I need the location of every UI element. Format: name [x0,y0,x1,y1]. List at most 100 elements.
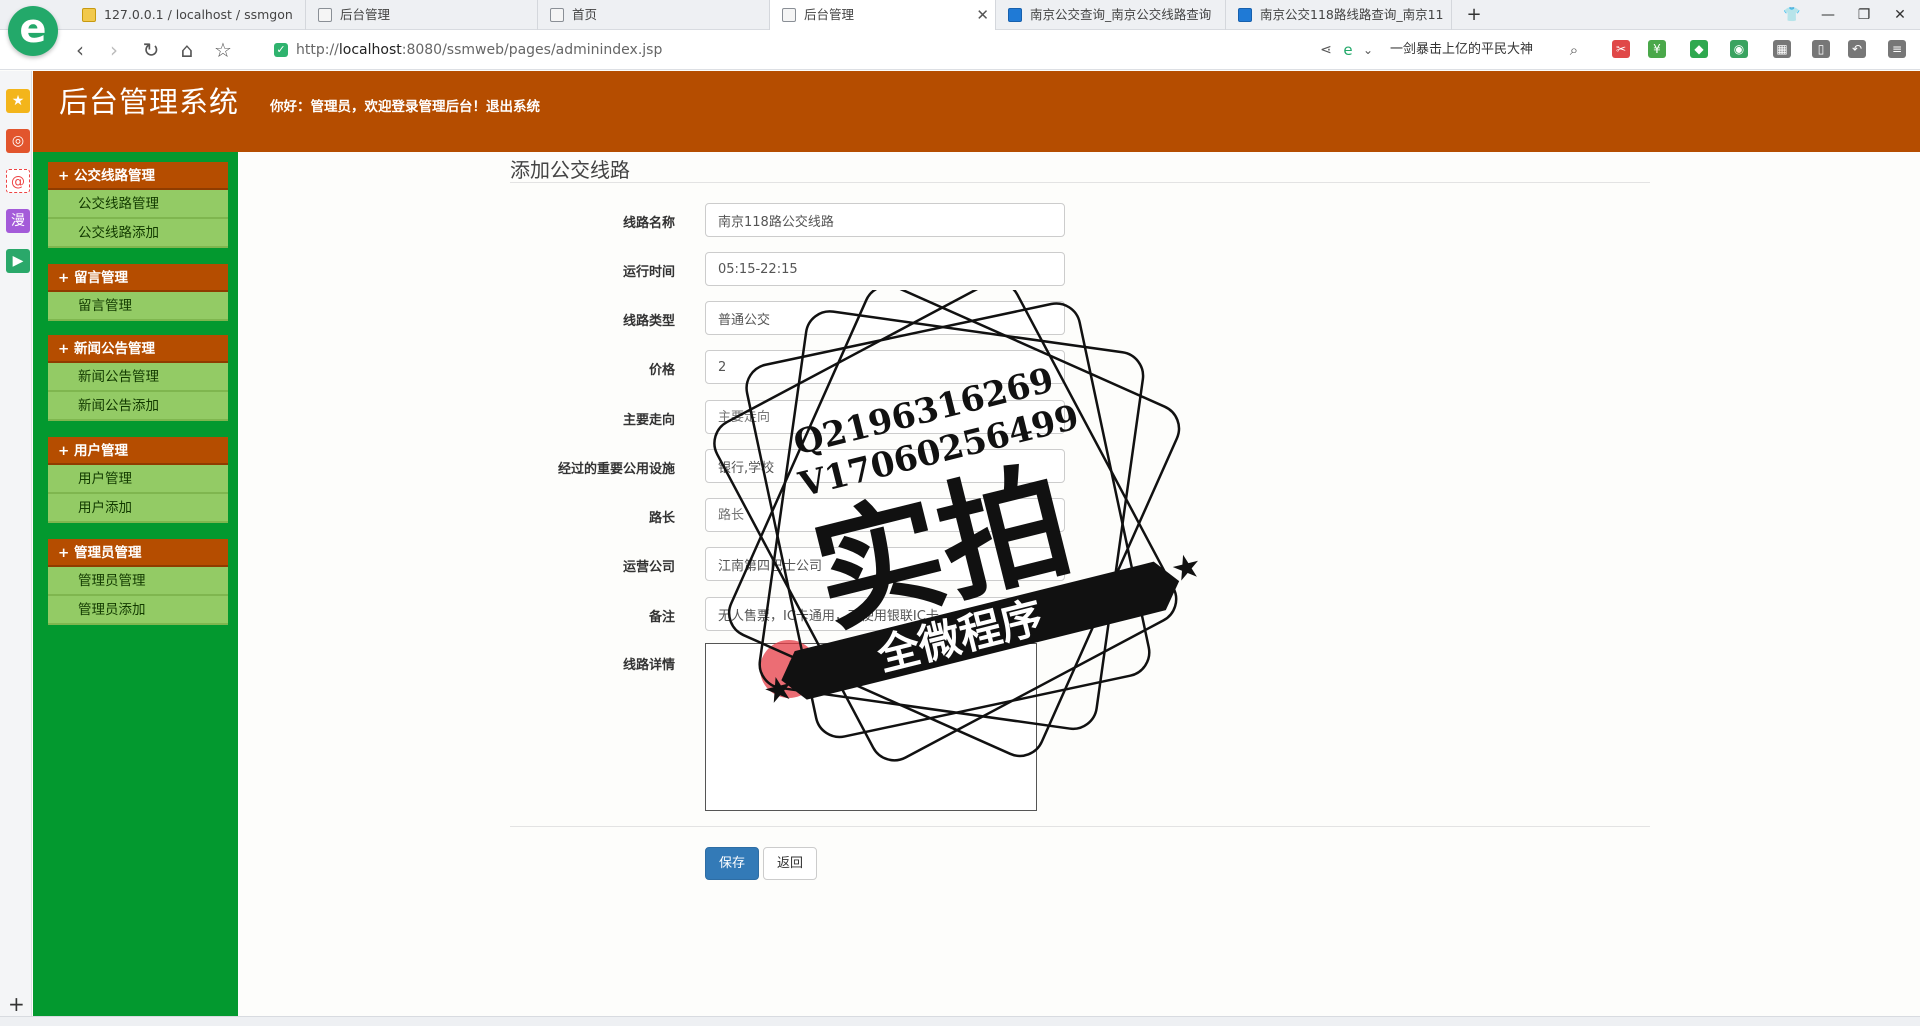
reload-icon[interactable]: ↻ [137,36,165,64]
home-icon[interactable]: ⌂ [173,36,201,64]
menu-item-user-manage[interactable]: 用户管理 [48,465,228,494]
line-detail-textarea[interactable] [705,643,1037,811]
close-tab-icon[interactable]: ✕ [976,0,989,30]
browser-tab-bar: 127.0.0.1 / localhost / ssmgon 后台管理 首页 后… [0,0,1920,31]
comic-icon[interactable]: 漫 [6,209,30,233]
scissors-icon[interactable]: ✂ [1612,40,1630,58]
menu-group-admins: + 管理员管理 管理员管理 管理员添加 [48,539,228,625]
public-facilities-input[interactable] [705,449,1065,483]
operator-input[interactable] [705,547,1065,581]
title-divider [510,182,1650,183]
save-button[interactable]: 保存 [705,847,759,880]
logout-link[interactable]: 退出系统 [486,99,540,115]
restore-icon[interactable]: ❐ [1846,0,1882,30]
menu-group-messages: + 留言管理 留言管理 [48,264,228,321]
chevron-down-icon[interactable]: ⌄ [1354,36,1382,64]
favorites-star-icon[interactable]: ★ [6,89,30,113]
browser-tab-1[interactable]: 127.0.0.1 / localhost / ssmgon [70,0,306,30]
menu-head-users[interactable]: + 用户管理 [48,437,228,465]
remark-input[interactable] [705,597,1065,631]
browser-tab-2[interactable]: 后台管理 [306,0,538,30]
admin-sidebar: + 公交线路管理 公交线路管理 公交线路添加 + 留言管理 留言管理 + 新闻公… [33,152,238,1016]
search-text: 一剑暴击上亿的平民大神 [1390,42,1534,57]
apps-grid-icon[interactable]: ▦ [1773,40,1791,58]
tablet-icon[interactable]: ▯ [1812,40,1830,58]
phpmyadmin-favicon-icon [82,8,96,22]
welcome-text: 你好：管理员，欢迎登录管理后台！ [270,99,486,115]
weibo-icon[interactable]: ◎ [6,129,30,153]
label-price: 价格 [648,363,675,378]
back-arrow-icon[interactable]: ‹ [66,36,94,64]
menu-group-news: + 新闻公告管理 新闻公告管理 新闻公告添加 [48,335,228,421]
browser-nav-bar: ‹ › ↻ ⌂ ☆ ✓ http://localhost:8080/ssmweb… [0,30,1920,70]
menu-head-messages[interactable]: + 留言管理 [48,264,228,292]
url-scheme: http:// [296,42,339,58]
minimize-icon[interactable]: — [1810,0,1846,30]
label-main-direction: 主要走向 [622,413,675,428]
price-input[interactable] [705,350,1065,384]
menu-item-bus-line-manage[interactable]: 公交线路管理 [48,190,228,219]
mail-at-icon[interactable]: @ [6,169,30,193]
line-name-input[interactable] [705,203,1065,237]
tab-label: 后台管理 [804,7,855,22]
stamp-star-right-icon: ★ [1167,545,1206,591]
label-route-length: 路长 [648,511,675,526]
label-line-detail: 线路详情 [622,658,675,673]
menu-item-news-manage[interactable]: 新闻公告管理 [48,363,228,392]
url-host: localhost [338,42,402,58]
search-icon[interactable]: ⌕ [1560,36,1588,64]
menu-head-bus-lines[interactable]: + 公交线路管理 [48,162,228,190]
menu-item-news-add[interactable]: 新闻公告添加 [48,392,228,421]
tab-label: 南京公交118路线路查询_南京11 [1260,7,1444,22]
label-run-time: 运行时间 [622,265,675,280]
bus-site-favicon-icon [1008,8,1022,22]
menu-item-user-add[interactable]: 用户添加 [48,494,228,523]
main-direction-input[interactable] [705,400,1065,434]
translate-icon[interactable]: ¥ [1648,40,1666,58]
menu-icon[interactable]: ≡ [1888,40,1906,58]
browser-tab-6[interactable]: 南京公交118路线路查询_南京11 [1226,0,1452,30]
browser-status-bar [0,1016,1920,1026]
browser-logo-icon[interactable]: e [8,6,58,56]
browser-tab-5[interactable]: 南京公交查询_南京公交线路查询 [996,0,1226,30]
forward-arrow-icon[interactable]: › [100,36,128,64]
new-tab-button[interactable]: + [1456,0,1492,30]
page-header: 后台管理系统 你好：管理员，欢迎登录管理后台！退出系统 [33,71,1920,152]
menu-item-message-manage[interactable]: 留言管理 [48,292,228,321]
menu-item-bus-line-add[interactable]: 公交线路添加 [48,219,228,248]
add-sidebar-icon[interactable]: + [8,992,25,1016]
label-line-name: 线路名称 [622,216,675,231]
tab-label: 首页 [572,7,598,22]
line-type-input[interactable] [705,301,1065,335]
gamepad-icon[interactable]: ◉ [1730,40,1748,58]
label-public-facilities: 经过的重要公用设施 [557,462,675,477]
browser-tab-4-active[interactable]: 后台管理 ✕ [770,0,996,31]
tab-label: 127.0.0.1 / localhost / ssmgon [104,7,293,22]
menu-item-admin-manage[interactable]: 管理员管理 [48,567,228,596]
menu-head-admins[interactable]: + 管理员管理 [48,539,228,567]
text-cursor-icon: I [788,658,793,677]
undo-icon[interactable]: ↶ [1848,40,1866,58]
route-length-input[interactable] [705,498,1065,532]
menu-head-news[interactable]: + 新闻公告管理 [48,335,228,363]
back-button[interactable]: 返回 [763,847,817,880]
browser-side-strip: ★ ◎ @ 漫 ▶ [0,71,32,1026]
secure-shield-icon: ✓ [274,43,288,57]
browser-tab-3[interactable]: 首页 [538,0,770,30]
menu-item-admin-add[interactable]: 管理员添加 [48,596,228,625]
tab-label: 南京公交查询_南京公交线路查询 [1030,7,1212,22]
label-line-type: 线路类型 [622,314,675,329]
skin-icon[interactable]: 👕 [1774,0,1810,30]
bookmark-star-icon[interactable]: ☆ [209,36,237,64]
welcome-message: 你好：管理员，欢迎登录管理后台！退出系统 [270,95,540,115]
bus-site-favicon-icon [1238,8,1252,22]
run-time-input[interactable] [705,252,1065,286]
tab-label: 后台管理 [340,7,391,22]
form-title: 添加公交线路 [510,158,630,182]
address-bar[interactable]: ✓ http://localhost:8080/ssmweb/pages/adm… [270,37,1300,63]
page-favicon-icon [550,8,564,22]
video-icon[interactable]: ▶ [6,249,30,273]
page-favicon-icon [782,8,796,22]
shield-ext-icon[interactable]: ◆ [1690,40,1708,58]
close-window-icon[interactable]: ✕ [1882,0,1918,30]
